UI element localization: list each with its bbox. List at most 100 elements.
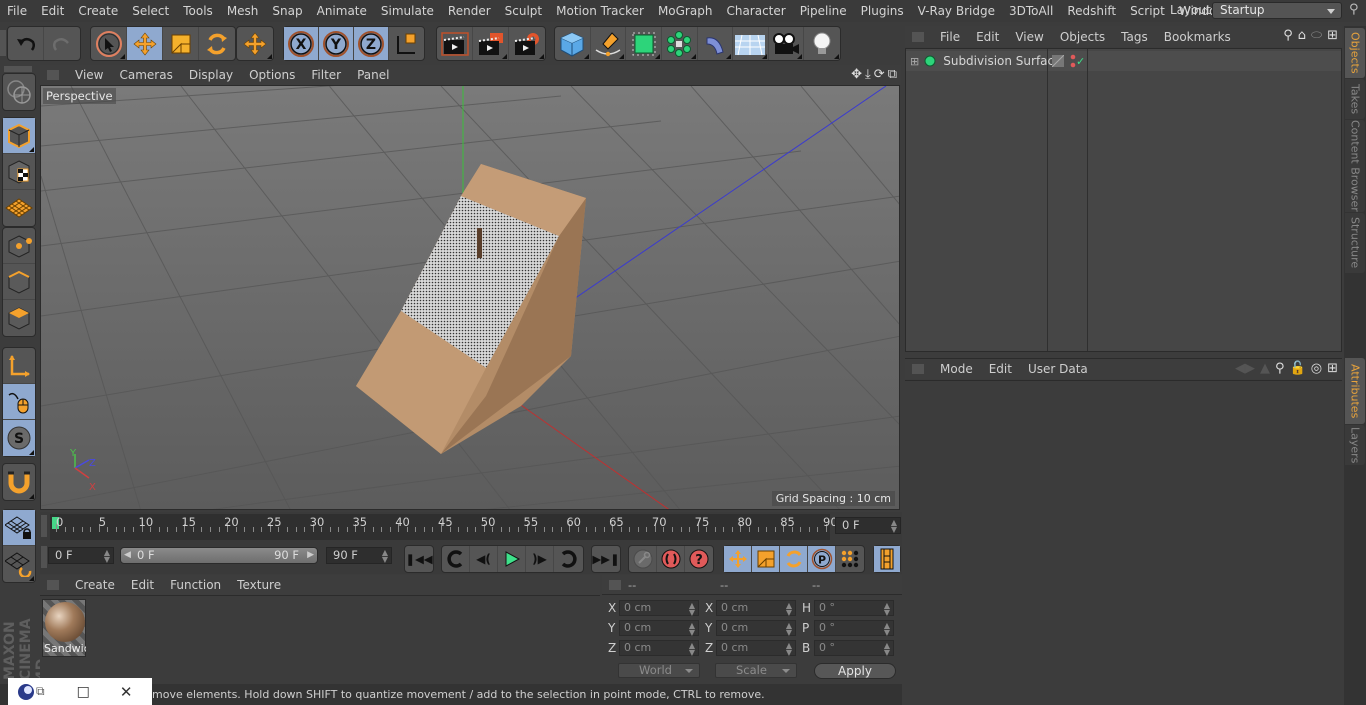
viewport-menu-options[interactable]: Options: [241, 68, 303, 82]
menu-tools[interactable]: Tools: [176, 4, 220, 18]
maximize-view-icon[interactable]: ⧉: [888, 67, 897, 82]
new-panel-icon[interactable]: ⊞: [1327, 361, 1338, 376]
menu-pipeline[interactable]: Pipeline: [793, 4, 854, 18]
timeline-ruler[interactable]: 0 5 10 15 20 25 30 35 40 45 50 55 60 65 70 75 80 85 90: [50, 514, 838, 540]
menu-edit[interactable]: Edit: [34, 4, 71, 18]
position-y-field[interactable]: 0 cm ▲ ▼: [619, 620, 699, 637]
tab-structure[interactable]: Structure: [1345, 213, 1365, 273]
move-button[interactable]: [127, 27, 163, 60]
object-name[interactable]: Subdivision Surface: [943, 54, 1061, 68]
viewport-menu-view[interactable]: View: [67, 68, 111, 82]
maximize-icon[interactable]: □: [77, 684, 90, 700]
toolbar-grip[interactable]: [0, 30, 6, 56]
home-icon[interactable]: ⌂: [1298, 28, 1306, 43]
goto-start-button[interactable]: ❚◀◀: [405, 546, 433, 572]
goto-end-button[interactable]: ▶▶❚: [592, 546, 620, 572]
menu-simulate[interactable]: Simulate: [374, 4, 441, 18]
search-icon[interactable]: ⚲: [1283, 28, 1293, 43]
light-button[interactable]: [804, 27, 840, 60]
panel-grip[interactable]: [47, 70, 59, 80]
scale-key-button[interactable]: [752, 546, 780, 572]
point-level-animation-button[interactable]: [836, 546, 864, 572]
scale-button[interactable]: [163, 27, 199, 60]
edges-mode-button[interactable]: [3, 264, 35, 300]
orbit-icon[interactable]: ⟳: [874, 67, 885, 82]
viewport-menu-panel[interactable]: Panel: [349, 68, 397, 82]
lock-icon[interactable]: 🔓: [1290, 361, 1306, 376]
size-z-field[interactable]: 0 cm ▲ ▼: [716, 640, 796, 657]
next-key-button[interactable]: [554, 546, 582, 572]
panel-grip[interactable]: [47, 580, 59, 590]
coordinate-system-button[interactable]: [389, 27, 424, 60]
pan-icon[interactable]: ✥: [851, 67, 862, 82]
max-frame-field[interactable]: 90 F ▲ ▼: [326, 547, 392, 564]
menu-mograph[interactable]: MoGraph: [651, 4, 720, 18]
material-item[interactable]: Sandwich: [42, 599, 86, 657]
restore-icon[interactable]: ⧉: [36, 684, 45, 699]
keyframe-selection-button[interactable]: ?: [685, 546, 713, 572]
timeline-window-button[interactable]: [874, 546, 900, 572]
coordinate-mode-dropdown[interactable]: World: [618, 663, 700, 678]
column-divider[interactable]: [1087, 49, 1088, 351]
range-right-arrow-icon[interactable]: ▶: [307, 548, 314, 563]
tab-takes[interactable]: Takes: [1345, 79, 1365, 119]
object-menu-edit[interactable]: Edit: [968, 30, 1007, 44]
menu-character[interactable]: Character: [719, 4, 792, 18]
menu-snap[interactable]: Snap: [265, 4, 309, 18]
column-divider[interactable]: [1047, 49, 1048, 351]
texture-mode-button[interactable]: [3, 154, 35, 190]
redo-button[interactable]: [44, 27, 80, 60]
floor-button[interactable]: [733, 27, 769, 60]
axis-mode-button[interactable]: [3, 348, 35, 384]
back-icon[interactable]: ◀▶: [1235, 361, 1255, 376]
material-menu-function[interactable]: Function: [162, 578, 229, 592]
panel-grip[interactable]: [912, 31, 924, 42]
menu-3dtoall[interactable]: 3DToAll: [1002, 4, 1060, 18]
position-key-button[interactable]: [724, 546, 752, 572]
menu-create[interactable]: Create: [71, 4, 125, 18]
z-axis-lock-button[interactable]: Z: [354, 27, 389, 60]
y-axis-lock-button[interactable]: Y: [319, 27, 354, 60]
viewport-menu-filter[interactable]: Filter: [303, 68, 349, 82]
search-icon[interactable]: ⚲: [1349, 2, 1359, 17]
rotate-button[interactable]: [199, 27, 235, 60]
render-settings-button[interactable]: [509, 27, 545, 60]
search-icon[interactable]: ⚲: [1275, 361, 1285, 376]
panel-grip[interactable]: [912, 364, 924, 374]
new-panel-icon[interactable]: ⊞: [1327, 28, 1338, 43]
apply-button[interactable]: Apply: [814, 663, 896, 679]
material-menu-edit[interactable]: Edit: [123, 578, 162, 592]
pen-button[interactable]: [591, 27, 627, 60]
cloner-button[interactable]: [662, 27, 698, 60]
range-left-arrow-icon[interactable]: ◀: [124, 548, 131, 563]
previous-key-button[interactable]: [442, 546, 470, 572]
polygons-mode-button[interactable]: [3, 300, 35, 336]
menu-motion-tracker[interactable]: Motion Tracker: [549, 4, 651, 18]
material-menu-texture[interactable]: Texture: [229, 578, 289, 592]
parameter-key-button[interactable]: P: [808, 546, 836, 572]
menu-redshift[interactable]: Redshift: [1060, 4, 1123, 18]
rotation-b-field[interactable]: 0 ° ▲ ▼: [814, 640, 894, 657]
camera-button[interactable]: [769, 27, 805, 60]
up-icon[interactable]: ▲: [1260, 361, 1270, 376]
enabled-check-icon[interactable]: ✓: [1076, 55, 1085, 68]
size-x-field[interactable]: 0 cm ▲ ▼: [716, 600, 796, 617]
lock-workplane-button[interactable]: [3, 510, 35, 546]
object-menu-objects[interactable]: Objects: [1052, 30, 1113, 44]
points-mode-button[interactable]: [3, 228, 35, 264]
solo-button[interactable]: S: [3, 420, 35, 456]
panel-grip[interactable]: [609, 579, 621, 590]
object-menu-view[interactable]: View: [1007, 30, 1051, 44]
x-axis-lock-button[interactable]: X: [284, 27, 319, 60]
dolly-icon[interactable]: ⤓: [865, 67, 871, 82]
visibility-toggle-icon[interactable]: [1052, 55, 1064, 67]
render-view-button[interactable]: [437, 27, 473, 60]
next-frame-button[interactable]: )▶: [526, 546, 554, 572]
render-to-picture-viewer-button[interactable]: [473, 27, 509, 60]
close-icon[interactable]: ✕: [120, 683, 133, 701]
menu-select[interactable]: Select: [125, 4, 176, 18]
panel-grip[interactable]: [41, 546, 47, 568]
position-x-field[interactable]: 0 cm ▲ ▼: [619, 600, 699, 617]
expand-icon[interactable]: ⊞: [910, 55, 919, 68]
object-row[interactable]: ⊞ Subdivision Surface ✓: [906, 51, 1341, 71]
